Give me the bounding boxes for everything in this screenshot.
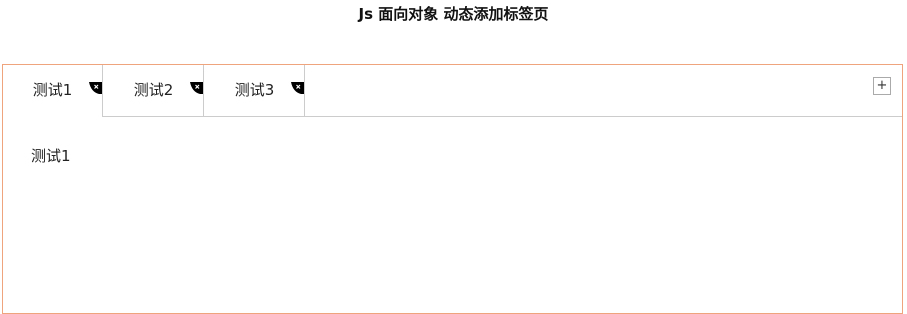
close-icon[interactable]: [89, 64, 102, 94]
tab-bar: 测试1 测试2 测试3 +: [3, 65, 902, 117]
tab-label: 测试3: [234, 81, 275, 99]
close-icon[interactable]: [291, 64, 304, 94]
tab-container: 测试1 测试2 测试3 + 测试1: [2, 64, 903, 314]
tab-panel-content: 测试1: [31, 147, 71, 165]
page-title: Js 面向对象 动态添加标签页: [358, 5, 549, 23]
tab-2[interactable]: 测试2: [104, 65, 204, 116]
tab-3[interactable]: 测试3: [205, 65, 305, 116]
tab-1[interactable]: 测试1: [3, 65, 103, 117]
tab-label: 测试2: [133, 81, 174, 99]
close-icon[interactable]: [190, 64, 203, 94]
add-tab-button[interactable]: +: [873, 77, 891, 95]
tab-label: 测试1: [32, 81, 73, 99]
